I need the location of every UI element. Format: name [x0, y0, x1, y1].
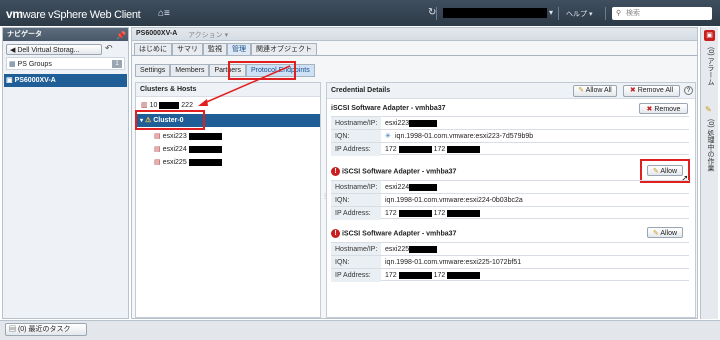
credential-details-panel: Credential Details ✎ Allow All ✖ Remove … — [326, 82, 696, 318]
nav-back-button[interactable]: ◀ Dell Virtual Storag... — [6, 44, 102, 55]
adapter-title: ! iSCSI Software Adapter - vmhba37 — [331, 167, 456, 176]
work-in-progress-label[interactable]: (0) 処理中の作業 — [705, 119, 715, 172]
help-menu[interactable]: ヘルプ ▾ — [566, 9, 592, 19]
iqn-row: IQN: iqn.1998-01.com.vmware:esxi225-1072… — [331, 255, 689, 269]
hostname-row: Hostname/IP: esxi225 — [331, 242, 689, 256]
ps-groups-item[interactable]: ▦ PS Groups 1 — [6, 57, 125, 70]
host-icon: ▤ — [154, 146, 161, 153]
splitter-handle[interactable]: ⋮ — [322, 193, 328, 205]
object-title: PS6000XV-A — [136, 30, 178, 37]
object-header: PS6000XV-A アクション ▾ — [132, 28, 697, 41]
host-icon: ▤ — [154, 133, 161, 140]
redacted — [188, 145, 222, 153]
tree-item-host[interactable]: ▤ esxi225 — [154, 157, 222, 168]
remove-icon: ✖ — [629, 87, 636, 94]
allow-all-button[interactable]: ✎ Allow All — [573, 85, 617, 97]
ps-groups-count-badge: 1 — [112, 60, 122, 68]
history-icon[interactable]: ↶ — [105, 43, 113, 54]
allow-button[interactable]: ✎ Allow — [647, 227, 683, 238]
tab-monitor[interactable]: 監視 — [203, 43, 227, 55]
tab-getting-started[interactable]: はじめに — [134, 43, 172, 55]
adapter-card: ! iSCSI Software Adapter - vmhba37 ✎ All… — [331, 159, 691, 222]
warning-icon: ! — [331, 167, 340, 176]
navigator-header: ナビゲータ 📌 — [3, 28, 128, 41]
hostname-row: Hostname/IP: esxi224 — [331, 180, 689, 194]
adapter-details: Hostname/IP: esxi223 IQN: ✳ iqn.1998-01.… — [331, 116, 689, 156]
pin-icon[interactable]: 📌 — [116, 29, 126, 42]
adapter-title: iSCSI Software Adapter - vmhba37 — [331, 105, 446, 112]
tab-manage[interactable]: 管理 — [227, 43, 251, 55]
ps-groups-icon: ▦ — [9, 61, 16, 68]
main-tabs: はじめに サマリ 監視 管理 関連オブジェクト — [134, 43, 317, 55]
divider — [436, 7, 437, 20]
help-icon[interactable]: ? — [684, 86, 693, 95]
navigator-panel: ナビゲータ 📌 ◀ Dell Virtual Storag... ↶ ▦ PS … — [2, 27, 129, 319]
right-sidebar: ▣ (0) アラーム ✎ (0) 処理中の作業 — [700, 27, 718, 319]
iqn-row: IQN: ✳ iqn.1998-01.com.vmware:esxi223-7d… — [331, 129, 689, 143]
alarms-icon[interactable]: ▣ — [704, 30, 715, 41]
ip-value: 172 172 — [385, 143, 481, 156]
user-menu-chevron-icon[interactable]: ▾ — [549, 8, 553, 17]
top-bar: vmware vSphere Web Client ⌂≡ ↻ ▾ ヘルプ ▾ ⚲… — [0, 0, 720, 26]
pencil-icon: ✎ — [652, 230, 659, 237]
adapter-title: ! iSCSI Software Adapter - vmhba37 — [331, 229, 456, 238]
ip-value: 172 172 — [385, 269, 481, 282]
iqn-row: IQN: iqn.1998-01.com.vmware:esxi224-0b03… — [331, 193, 689, 207]
search-icon: ⚲ — [616, 10, 622, 17]
ip-value: 172 172 — [385, 207, 481, 220]
ip-row: IP Address: 172 172 — [331, 142, 689, 156]
ip-row: IP Address: 172 172 — [331, 268, 689, 282]
hostname-row: Hostname/IP: esxi223 — [331, 116, 689, 130]
datacenter-icon: ▥ — [141, 102, 148, 109]
vmware-logo: vmware vSphere Web Client — [6, 7, 141, 21]
nav-item-ps6000xv-a[interactable]: ▣ PS6000XV-A — [4, 74, 127, 87]
redacted — [188, 158, 222, 166]
work-in-progress-icon[interactable]: ✎ — [705, 105, 712, 114]
adapter-details: Hostname/IP: esxi224 IQN: iqn.1998-01.co… — [331, 180, 689, 220]
tab-underline — [132, 55, 697, 56]
tab-related-objects[interactable]: 関連オブジェクト — [251, 43, 317, 55]
remove-button[interactable]: ✖ Remove — [639, 103, 688, 114]
recent-tasks-button[interactable]: ▤ (0) 最近のタスク — [5, 323, 87, 336]
user-menu-redacted[interactable] — [443, 8, 547, 18]
ip-row: IP Address: 172 172 — [331, 206, 689, 220]
divider — [605, 7, 606, 20]
divider — [558, 7, 559, 20]
storage-group-icon: ▣ — [6, 77, 13, 84]
tab-summary[interactable]: サマリ — [172, 43, 203, 55]
tasks-icon: ▤ — [9, 326, 16, 333]
pencil-icon: ✎ — [578, 87, 585, 94]
warning-icon: ! — [331, 229, 340, 238]
adapter-card: ! iSCSI Software Adapter - vmhba37 ✎ All… — [331, 226, 691, 284]
remove-all-button[interactable]: ✖ Remove All — [623, 85, 680, 97]
redacted — [159, 101, 180, 109]
subtab-settings[interactable]: Settings — [135, 64, 171, 77]
adapter-details: Hostname/IP: esxi225 IQN: iqn.1998-01.co… — [331, 242, 689, 282]
tree-item-host[interactable]: ▤ esxi223 — [154, 131, 222, 142]
adapter-card: iSCSI Software Adapter - vmhba37 ✖ Remov… — [331, 102, 691, 160]
workspace: PS6000XV-A アクション ▾ はじめに サマリ 監視 管理 関連オブジェ… — [131, 27, 698, 319]
bottom-bar: ▤ (0) 最近のタスク — [0, 320, 720, 340]
actions-menu[interactable]: アクション ▾ — [188, 30, 228, 40]
remove-icon: ✖ — [646, 106, 653, 113]
redacted — [188, 132, 222, 140]
tree-item-host[interactable]: ▤ esxi224 — [154, 144, 222, 155]
alarms-label[interactable]: (0) アラーム — [705, 47, 715, 86]
home-icon[interactable]: ⌂≡ — [158, 8, 170, 19]
search-input[interactable]: ⚲ 検索 — [612, 7, 712, 20]
annotation-arrow — [198, 65, 291, 106]
host-icon: ▤ — [154, 159, 161, 166]
